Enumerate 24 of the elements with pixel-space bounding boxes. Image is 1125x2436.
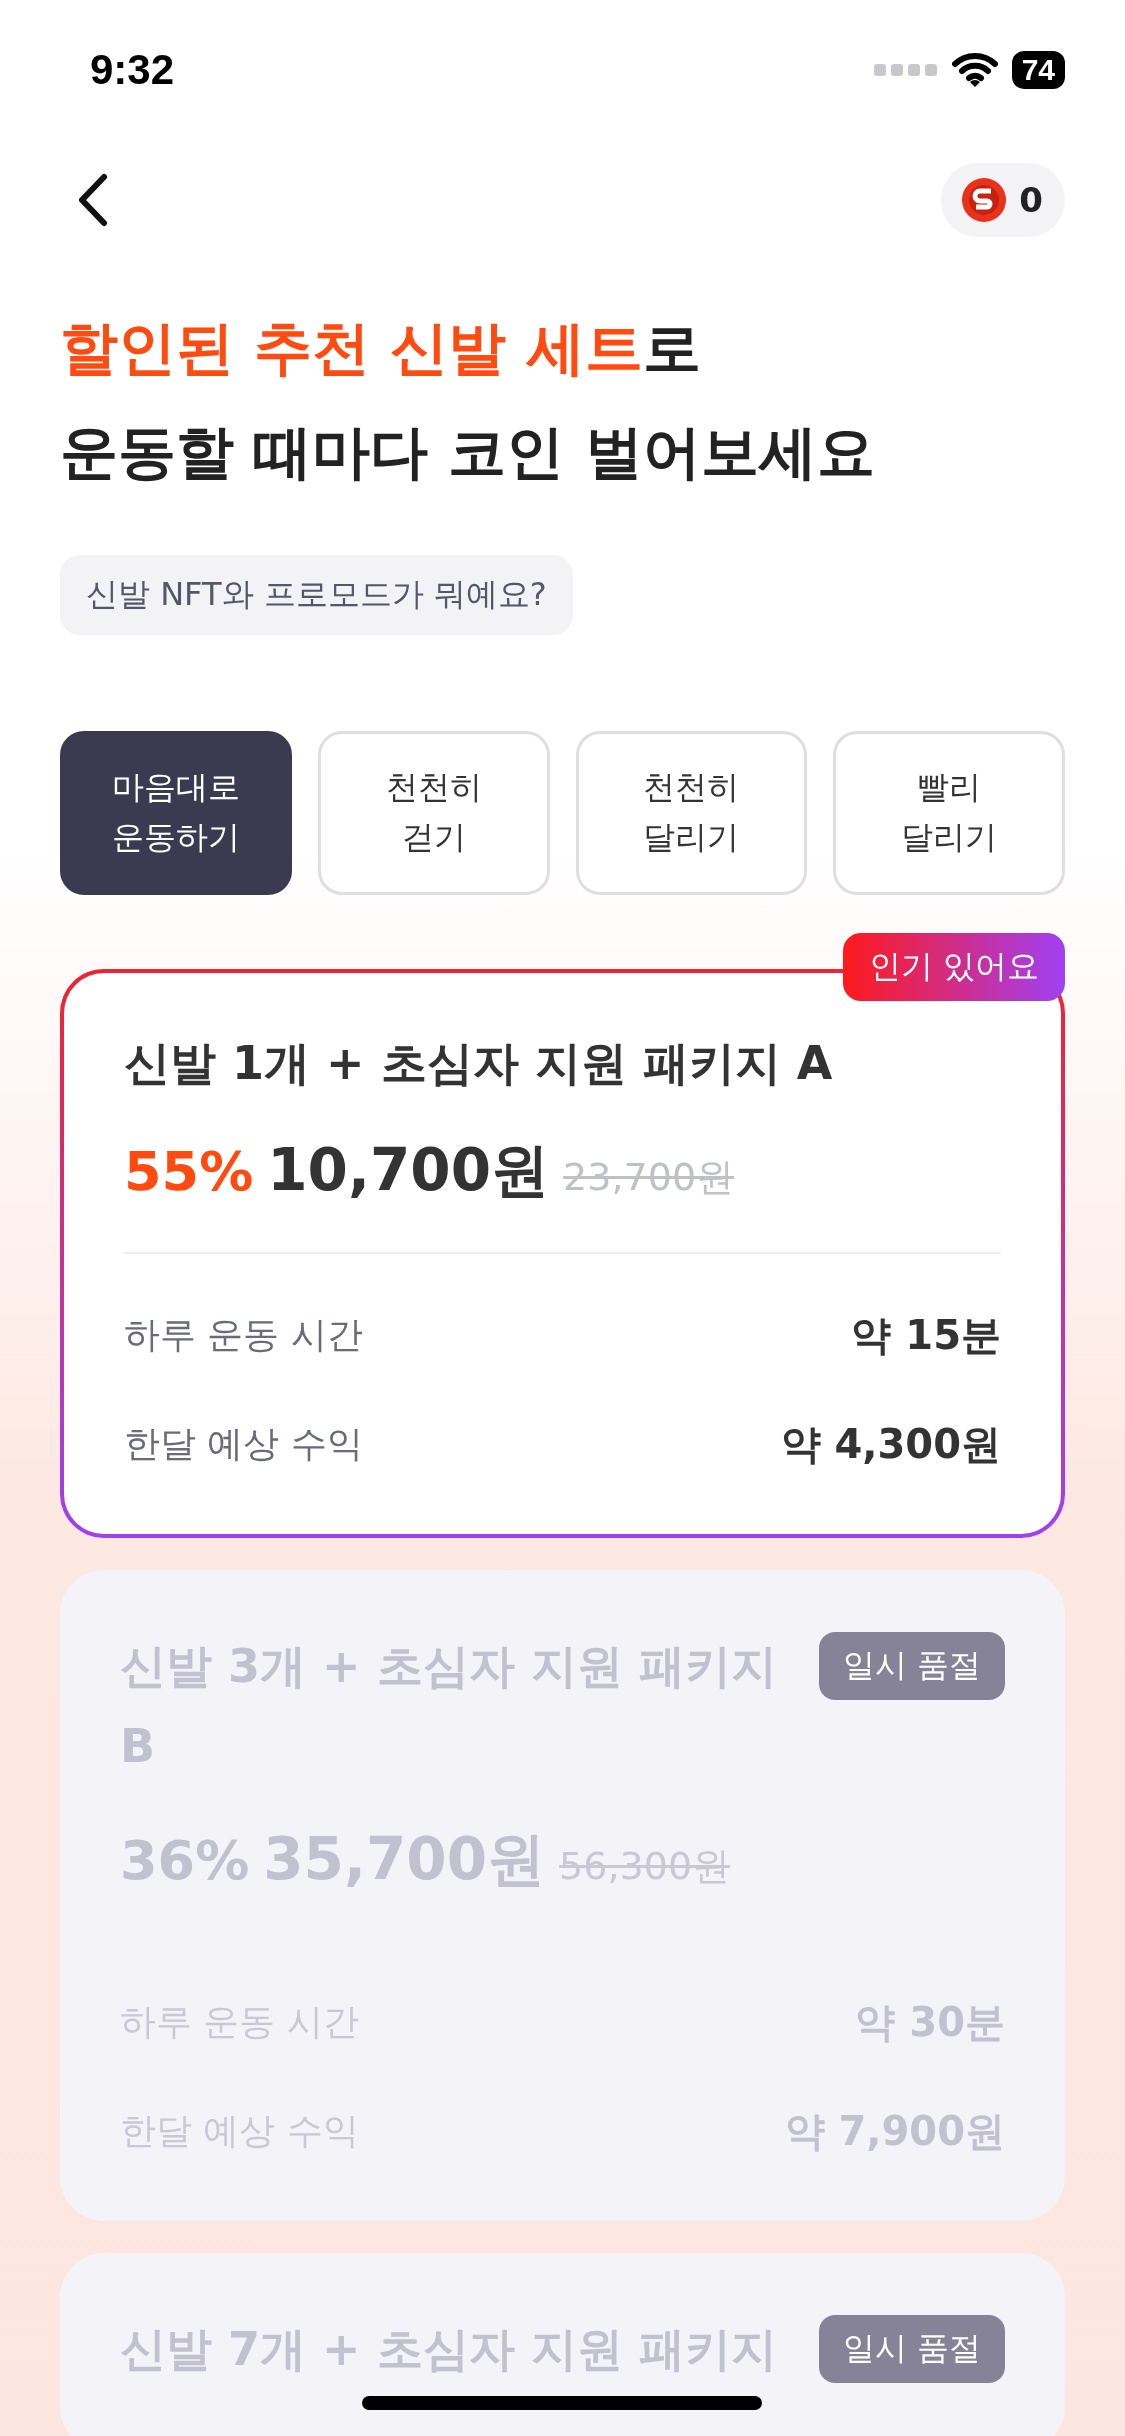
sold-out-badge: 일시 품절 — [818, 1631, 1005, 1700]
category-tab[interactable]: 마음대로 운동하기 — [60, 730, 292, 895]
back-icon[interactable] — [78, 173, 108, 227]
category-tab[interactable]: 빨리 달리기 — [833, 730, 1065, 895]
coin-balance[interactable]: 0 — [941, 163, 1065, 237]
package-title: 신발 1개 + 초심자 지원 패키지 A — [124, 1034, 833, 1092]
detail-label: 하루 운동 시간 — [124, 1312, 363, 1357]
category-tab[interactable]: 천천히 달리기 — [575, 730, 808, 895]
headline: 할인된 추천 신발 세트로 운동할 때마다 코인 벌어보세요 — [59, 313, 876, 489]
signal-icon — [873, 62, 938, 78]
coin-icon — [961, 177, 1008, 223]
discount-rate: 55% — [124, 1139, 254, 1203]
battery-icon: 74 — [1011, 51, 1065, 89]
detail-label: 한달 예상 수익 — [124, 1421, 363, 1466]
detail-value: 약 4,300원 — [780, 1419, 1001, 1469]
wifi-icon — [951, 52, 998, 88]
info-chip[interactable]: 신발 NFT와 프로모드가 뭐예요? — [60, 554, 573, 635]
status-time: 9:32 — [90, 46, 175, 94]
sold-out-badge: 일시 품절 — [818, 2314, 1005, 2383]
original-price: 23,700원 — [563, 1153, 735, 1201]
category-tab[interactable]: 천천히 걷기 — [317, 730, 550, 895]
popular-badge: 인기 있어요 — [842, 932, 1065, 1001]
sale-price: 10,700원 — [267, 1134, 550, 1206]
detail-value: 약 15분 — [851, 1310, 1001, 1360]
